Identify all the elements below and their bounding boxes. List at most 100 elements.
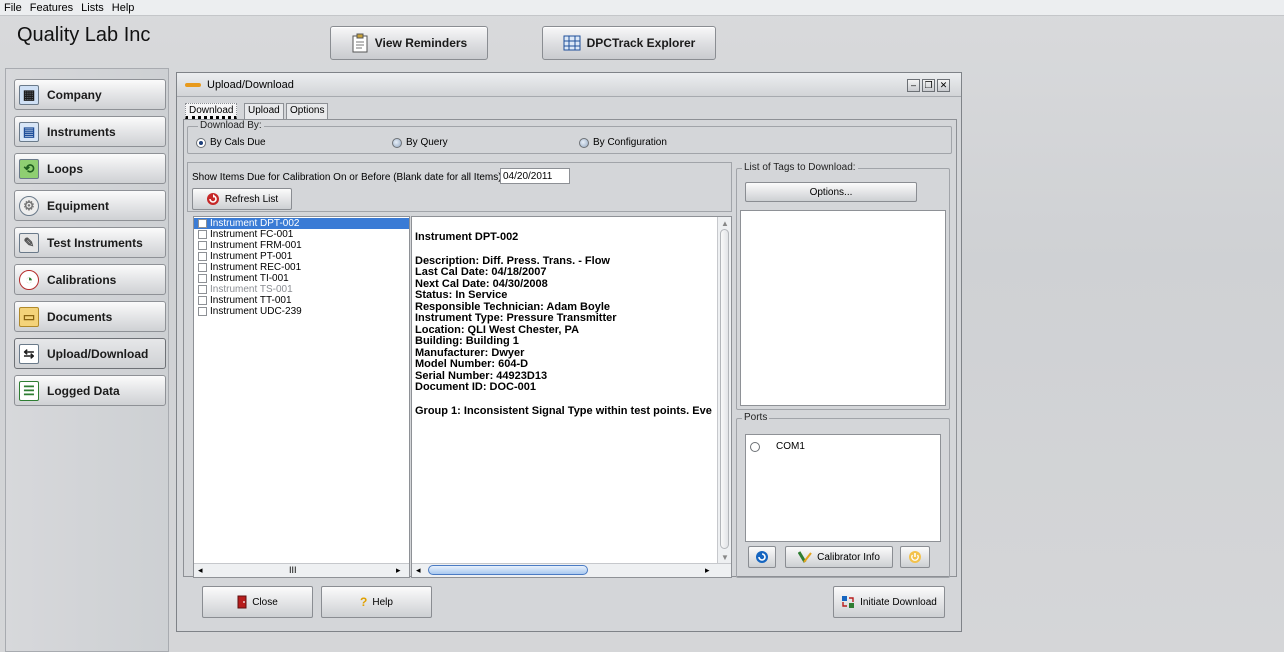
- port-label: COM1: [776, 441, 805, 452]
- checkbox[interactable]: [198, 219, 207, 228]
- instrument-list-item[interactable]: Instrument TT-001: [194, 295, 409, 306]
- checkbox[interactable]: [198, 307, 207, 316]
- detail-line: Model Number: 604-D: [415, 358, 529, 370]
- dpctrack-explorer-button[interactable]: DPCTrack Explorer: [542, 26, 716, 60]
- initiate-download-button[interactable]: Initiate Download: [833, 586, 945, 618]
- list-horizontal-scrollbar[interactable]: ◂ III ▸: [194, 563, 409, 577]
- help-button[interactable]: ? Help: [321, 586, 432, 618]
- calibrator-info-button[interactable]: Calibrator Info: [785, 546, 893, 568]
- view-reminders-label: View Reminders: [374, 36, 468, 50]
- minimize-icon[interactable]: –: [907, 79, 920, 92]
- instrument-name: Instrument TT-001: [210, 295, 292, 306]
- radio-off-icon: [579, 137, 589, 148]
- download-tab-panel: Download By: By Cals Due By Query By Con…: [183, 119, 957, 578]
- checkbox[interactable]: [198, 230, 207, 239]
- instrument-list-item[interactable]: Instrument TS-001: [194, 284, 409, 295]
- nav-label: Equipment: [47, 198, 109, 213]
- scroll-grip-icon: III: [289, 565, 297, 575]
- close-window-icon[interactable]: ✕: [937, 79, 950, 92]
- instrument-name: Instrument UDC-239: [210, 306, 302, 317]
- nav-instruments[interactable]: ▤ Instruments: [14, 116, 166, 147]
- download-by-label: Download By:: [198, 120, 264, 131]
- menu-file[interactable]: File: [0, 0, 26, 14]
- refresh-label: Refresh List: [224, 193, 279, 205]
- scroll-up-icon[interactable]: ▲: [721, 219, 729, 228]
- power-button[interactable]: [900, 546, 930, 568]
- radio-label: By Configuration: [593, 137, 667, 148]
- instrument-name: Instrument FRM-001: [210, 240, 302, 251]
- scroll-left-icon[interactable]: ◂: [198, 565, 203, 576]
- scroll-left-icon[interactable]: ◂: [416, 565, 421, 576]
- scroll-right-icon[interactable]: ▸: [396, 565, 401, 576]
- initiate-download-label: Initiate Download: [860, 596, 937, 608]
- tab-download[interactable]: Download: [185, 103, 238, 119]
- detail-line: Document ID: DOC-001: [415, 381, 537, 393]
- instrument-list: Instrument DPT-002 Instrument FC-001 Instr…: [193, 216, 410, 578]
- radio-by-query[interactable]: By Query: [392, 137, 448, 148]
- close-label: Close: [252, 596, 278, 608]
- instrument-list-item[interactable]: Instrument FRM-001: [194, 240, 409, 251]
- instrument-list-item[interactable]: Instrument REC-001: [194, 262, 409, 273]
- view-reminders-button[interactable]: View Reminders: [330, 26, 488, 60]
- due-date-input[interactable]: [500, 168, 570, 184]
- port-com1[interactable]: COM1: [750, 441, 805, 452]
- menu-help[interactable]: Help: [108, 0, 139, 14]
- menu-features[interactable]: Features: [26, 0, 77, 14]
- checkbox[interactable]: [198, 285, 207, 294]
- radio-on-icon: [196, 137, 206, 148]
- checkbox[interactable]: [198, 241, 207, 250]
- refresh-list-button[interactable]: Refresh List: [192, 188, 292, 210]
- app-title: Quality Lab Inc: [17, 24, 151, 46]
- nav-label: Documents: [47, 309, 113, 324]
- tags-options-label: Options...: [809, 186, 853, 198]
- menu-lists[interactable]: Lists: [77, 0, 108, 14]
- tags-list: [740, 210, 946, 406]
- detail-line: Status: In Service: [415, 289, 508, 301]
- radio-by-configuration[interactable]: By Configuration: [579, 137, 667, 148]
- details-heading: Instrument DPT-002: [415, 231, 519, 243]
- nav-loops[interactable]: ⟲ Loops: [14, 153, 166, 184]
- nav-calibrations[interactable]: ◔ Calibrations: [14, 264, 166, 295]
- instrument-list-item[interactable]: Instrument UDC-239: [194, 306, 409, 317]
- close-button[interactable]: Close: [202, 586, 313, 618]
- restore-icon[interactable]: ❐: [922, 79, 935, 92]
- instrument-name: Instrument TI-001: [210, 273, 289, 284]
- scroll-down-icon[interactable]: ▼: [721, 553, 729, 562]
- test-instruments-icon: ✎: [19, 232, 39, 253]
- checkbox[interactable]: [198, 263, 207, 272]
- instrument-list-item[interactable]: Instrument FC-001: [194, 229, 409, 240]
- instrument-name: Instrument DPT-002: [210, 218, 300, 229]
- upload-download-icon: ⇆: [19, 343, 39, 364]
- download-by-group: [187, 126, 952, 154]
- checkbox[interactable]: [198, 296, 207, 305]
- calibrator-info-label: Calibrator Info: [817, 551, 880, 563]
- instrument-list-item[interactable]: Instrument DPT-002: [194, 218, 409, 229]
- scroll-thumb[interactable]: [720, 229, 729, 549]
- scroll-thumb[interactable]: [428, 565, 588, 575]
- instrument-list-item[interactable]: Instrument TI-001: [194, 273, 409, 284]
- nav-upload-download[interactable]: ⇆ Upload/Download: [14, 338, 166, 369]
- radio-by-cals-due[interactable]: By Cals Due: [196, 137, 266, 148]
- scroll-right-icon[interactable]: ▸: [705, 565, 710, 576]
- tags-options-button[interactable]: Options...: [745, 182, 917, 202]
- nav-label: Loops: [47, 161, 83, 176]
- checkbox[interactable]: [198, 274, 207, 283]
- tab-upload[interactable]: Upload: [244, 103, 284, 119]
- details-horizontal-scrollbar[interactable]: ◂ ▸: [412, 563, 731, 577]
- dpctrack-explorer-label: DPCTrack Explorer: [586, 36, 696, 50]
- loops-icon: ⟲: [19, 158, 39, 179]
- upload-download-window: Upload/Download – ❐ ✕ Download Upload Op…: [176, 72, 962, 632]
- nav-test-instruments[interactable]: ✎ Test Instruments: [14, 227, 166, 258]
- tab-options[interactable]: Options: [286, 103, 329, 119]
- nav-documents[interactable]: ▭ Documents: [14, 301, 166, 332]
- refresh-blue-icon: [756, 551, 768, 563]
- nav-company[interactable]: ▦ Company: [14, 79, 166, 110]
- nav-logged-data[interactable]: ☰ Logged Data: [14, 375, 166, 406]
- details-vertical-scrollbar[interactable]: ▲ ▼: [717, 217, 731, 564]
- calibrator-icon: [798, 551, 812, 563]
- question-icon: ?: [360, 595, 368, 609]
- nav-equipment[interactable]: ⚙ Equipment: [14, 190, 166, 221]
- instrument-list-item[interactable]: Instrument PT-001: [194, 251, 409, 262]
- checkbox[interactable]: [198, 252, 207, 261]
- refresh-ports-button[interactable]: [748, 546, 776, 568]
